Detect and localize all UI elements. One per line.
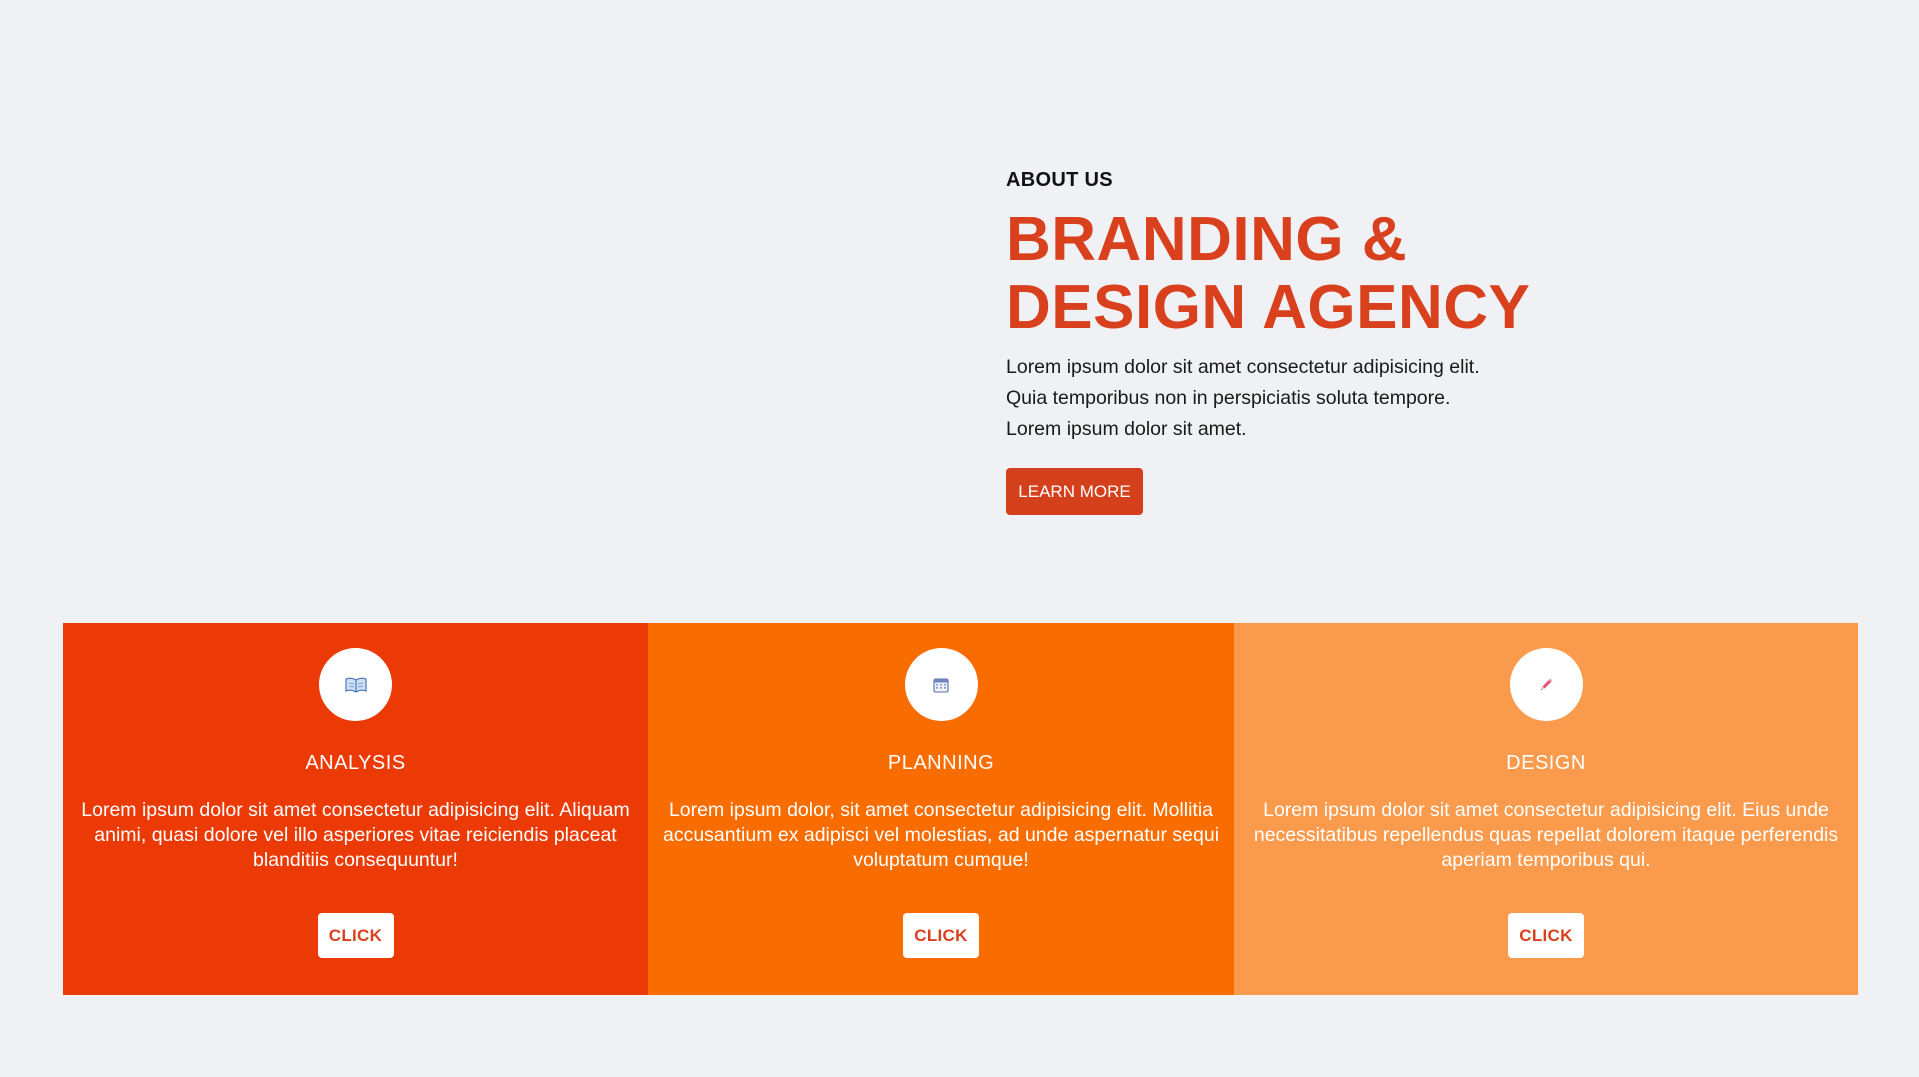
- about-description: Lorem ipsum dolor sit amet consectetur a…: [1006, 352, 1566, 445]
- service-title: ANALYSIS: [305, 752, 406, 774]
- section-eyebrow: ABOUT US: [1006, 169, 1113, 191]
- icon-circle: [904, 648, 978, 721]
- open-book-icon: [344, 677, 367, 693]
- learn-more-button[interactable]: LEARN MORE: [1006, 468, 1143, 515]
- title-line: DESIGN AGENCY: [1006, 273, 1531, 342]
- service-text-line: Lorem ipsum dolor sit amet consectetur a…: [1263, 799, 1829, 821]
- pencil-icon: [1540, 678, 1553, 690]
- service-description: Lorem ipsum dolor sit amet consectetur a…: [1242, 798, 1850, 873]
- service-title: DESIGN: [1506, 752, 1586, 774]
- description-line: Quia temporibus non in perspiciatis solu…: [1006, 387, 1451, 409]
- page-title: BRANDING & DESIGN AGENCY: [1006, 206, 1566, 342]
- calendar-icon: [933, 677, 949, 693]
- service-text-line: Lorem ipsum dolor, sit amet consectetur …: [668, 799, 1214, 821]
- service-text-line: necessitatibus repellendus quas repellat…: [1253, 824, 1839, 846]
- title-line: BRANDING &: [1006, 205, 1408, 274]
- service-card-analysis: ANALYSIS Lorem ipsum dolor sit amet cons…: [63, 623, 648, 995]
- planning-click-button[interactable]: CLICK: [903, 913, 979, 958]
- service-description: Lorem ipsum dolor sit amet consectetur a…: [71, 798, 640, 873]
- service-text-line: animi, quasi dolore vel illo asperiores …: [94, 824, 617, 846]
- service-text-line: voluptatum cumque!: [853, 849, 1029, 871]
- service-text-line: accusantium ex adipisci vel molestias, a…: [662, 824, 1220, 846]
- service-title: PLANNING: [887, 752, 995, 774]
- icon-circle: [1509, 648, 1583, 721]
- analysis-click-button[interactable]: CLICK: [317, 913, 394, 958]
- icon-circle: [319, 648, 392, 721]
- description-line: Lorem ipsum dolor sit amet consectetur a…: [1006, 356, 1480, 378]
- description-line: Lorem ipsum dolor sit amet.: [1006, 418, 1247, 440]
- service-text-line: blanditiis consequuntur!: [253, 849, 458, 871]
- service-text-line: aperiam temporibus qui.: [1441, 849, 1651, 871]
- service-description: Lorem ipsum dolor, sit amet consectetur …: [656, 798, 1226, 873]
- about-section: ABOUT US BRANDING & DESIGN AGENCY Lorem …: [1006, 166, 1566, 515]
- design-click-button[interactable]: CLICK: [1508, 913, 1584, 958]
- service-card-planning: PLANNING Lorem ipsum dolor, sit amet con…: [648, 623, 1234, 995]
- service-text-line: Lorem ipsum dolor sit amet consectetur a…: [81, 799, 630, 821]
- service-card-design: DESIGN Lorem ipsum dolor sit amet consec…: [1234, 623, 1858, 995]
- services-section: ANALYSIS Lorem ipsum dolor sit amet cons…: [63, 623, 1858, 995]
